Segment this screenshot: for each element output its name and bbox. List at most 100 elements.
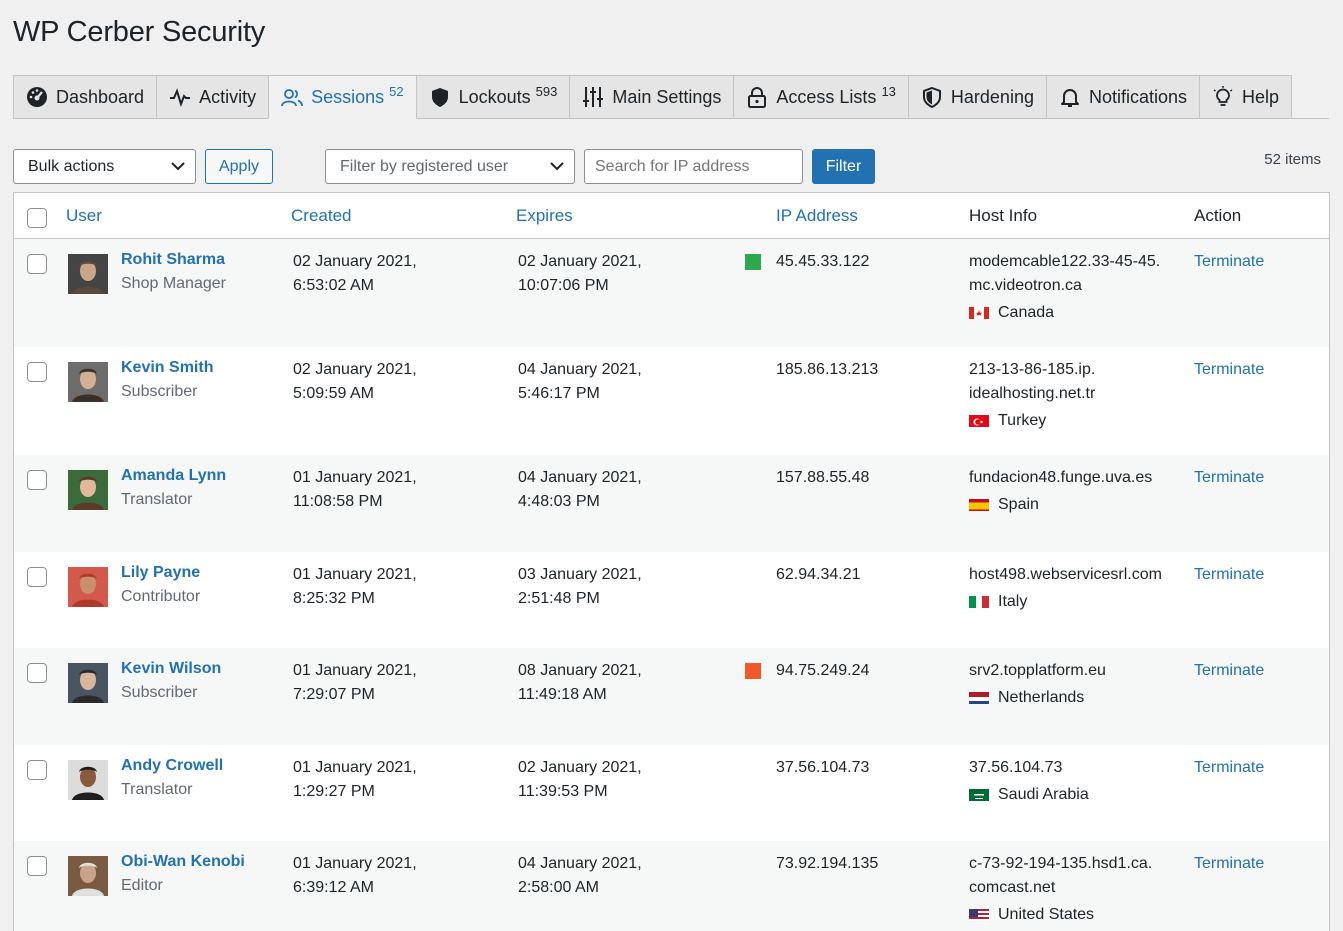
terminate-link[interactable]: Terminate: [1194, 756, 1264, 780]
host-name-cont: mc.videotron.ca: [969, 277, 1082, 294]
tab-label: Main Settings: [612, 86, 722, 107]
country: United States: [969, 903, 1152, 927]
country: Italy: [969, 590, 1162, 614]
expires-time: 5:46:17 PM: [518, 385, 600, 402]
tab-lockouts[interactable]: Lockouts 593: [415, 75, 571, 119]
user-name-link[interactable]: Amanda Lynn: [121, 467, 226, 485]
ip-address[interactable]: 185.86.13.213: [776, 358, 878, 382]
user-name-link[interactable]: Andy Crowell: [121, 757, 223, 775]
apply-button[interactable]: Apply: [205, 149, 273, 184]
country-name: Canada: [998, 304, 1055, 321]
user-name-link[interactable]: Kevin Smith: [121, 359, 213, 377]
user-role: Translator: [121, 491, 193, 508]
ip-address[interactable]: 157.88.55.48: [776, 466, 869, 490]
country-name: Italy: [998, 593, 1028, 610]
avatar: [68, 760, 108, 800]
created-date: 01 January 2021,: [293, 759, 417, 776]
country-name: Saudi Arabia: [998, 786, 1089, 803]
avatar: [68, 362, 108, 402]
column-host-info: Host Info: [969, 206, 1038, 225]
tab-badge: 13: [881, 83, 896, 99]
shield-check-icon: [921, 86, 943, 108]
ip-address[interactable]: 45.45.33.122: [776, 250, 869, 274]
country: Canada: [969, 301, 1160, 325]
column-user[interactable]: User: [66, 206, 102, 226]
created-date: 01 January 2021,: [293, 855, 417, 872]
tab-label: Notifications: [1088, 86, 1188, 107]
user-name-link[interactable]: Obi-Wan Kenobi: [121, 853, 245, 871]
ip-search-input[interactable]: [584, 149, 803, 184]
flag-icon: [969, 787, 989, 801]
ip-address[interactable]: 37.56.104.73: [776, 756, 869, 780]
items-count: 52 items: [1264, 151, 1321, 168]
ip-address[interactable]: 73.92.194.135: [776, 852, 878, 876]
tab-badge: 52: [389, 83, 404, 99]
avatar: [68, 470, 108, 510]
avatar: [68, 567, 108, 607]
user-role: Translator: [121, 781, 193, 798]
expires-cell: 03 January 2021, 2:51:48 PM: [518, 563, 642, 611]
host-name-cont: idealhosting.net.tr: [969, 385, 1096, 402]
lock-icon: [746, 86, 768, 108]
tab-label: Activity: [199, 86, 257, 107]
row-checkbox[interactable]: [27, 856, 47, 876]
expires-time: 11:49:18 AM: [518, 686, 607, 703]
created-time: 6:53:02 AM: [293, 277, 374, 294]
terminate-link[interactable]: Terminate: [1194, 659, 1264, 683]
created-time: 7:29:07 PM: [293, 686, 375, 703]
column-expires[interactable]: Expires: [516, 206, 573, 226]
filter-user-select[interactable]: Filter by registered user: [325, 149, 575, 184]
expires-date: 04 January 2021,: [518, 855, 642, 872]
created-cell: 02 January 2021, 5:09:59 AM: [293, 358, 417, 406]
tab-hardening[interactable]: Hardening: [907, 75, 1047, 119]
country-name: United States: [998, 906, 1095, 923]
tab-help[interactable]: Help: [1199, 75, 1293, 119]
expires-time: 2:51:48 PM: [518, 590, 600, 607]
user-role: Subscriber: [121, 684, 198, 701]
shield-icon: [429, 86, 451, 108]
tab-dashboard[interactable]: Dashboard: [13, 75, 158, 119]
host-name: host498.webservicesrl.com: [969, 566, 1162, 583]
ip-address[interactable]: 94.75.249.24: [776, 659, 869, 683]
row-checkbox[interactable]: [27, 254, 47, 274]
expires-time: 2:58:00 AM: [518, 879, 599, 896]
column-created[interactable]: Created: [291, 206, 351, 226]
terminate-link[interactable]: Terminate: [1194, 563, 1264, 587]
row-checkbox[interactable]: [27, 470, 47, 490]
user-name-link[interactable]: Lily Payne: [121, 564, 200, 582]
users-icon: [281, 86, 303, 108]
chevron-down-icon: [171, 162, 185, 171]
select-all-checkbox[interactable]: [27, 208, 47, 228]
created-time: 6:39:12 AM: [293, 879, 374, 896]
expires-date: 02 January 2021,: [518, 759, 642, 776]
row-checkbox[interactable]: [27, 663, 47, 683]
row-checkbox[interactable]: [27, 362, 47, 382]
bulk-actions-select[interactable]: Bulk actions: [13, 149, 196, 184]
created-cell: 01 January 2021, 1:29:27 PM: [293, 756, 417, 804]
terminate-link[interactable]: Terminate: [1194, 358, 1264, 382]
terminate-link[interactable]: Terminate: [1194, 852, 1264, 876]
expires-cell: 04 January 2021, 2:58:00 AM: [518, 852, 642, 900]
tab-notifications[interactable]: Notifications: [1045, 75, 1201, 119]
terminate-link[interactable]: Terminate: [1194, 466, 1264, 490]
tab-bar: Dashboard Activity Sessions 52 Lockouts …: [13, 75, 1293, 119]
column-ip-address[interactable]: IP Address: [776, 206, 858, 226]
ip-address[interactable]: 62.94.34.21: [776, 563, 861, 587]
row-checkbox[interactable]: [27, 567, 47, 587]
tab-sessions[interactable]: Sessions 52: [268, 75, 417, 119]
created-time: 5:09:59 AM: [293, 385, 374, 402]
terminate-link[interactable]: Terminate: [1194, 250, 1264, 274]
row-checkbox[interactable]: [27, 760, 47, 780]
user-role: Contributor: [121, 588, 201, 605]
tab-access-lists[interactable]: Access Lists 13: [733, 75, 909, 119]
created-cell: 01 January 2021, 7:29:07 PM: [293, 659, 417, 707]
filter-button[interactable]: Filter: [812, 149, 875, 184]
tab-divider: [13, 118, 1329, 119]
tab-activity[interactable]: Activity: [156, 75, 270, 119]
expires-date: 02 January 2021,: [518, 253, 642, 270]
user-name-link[interactable]: Kevin Wilson: [121, 660, 221, 678]
host-info-cell: 37.56.104.73 Saudi Arabia: [969, 756, 1089, 807]
user-name-link[interactable]: Rohit Sharma: [121, 251, 225, 269]
created-time: 11:08:58 PM: [293, 493, 383, 510]
tab-main-settings[interactable]: Main Settings: [569, 75, 735, 119]
